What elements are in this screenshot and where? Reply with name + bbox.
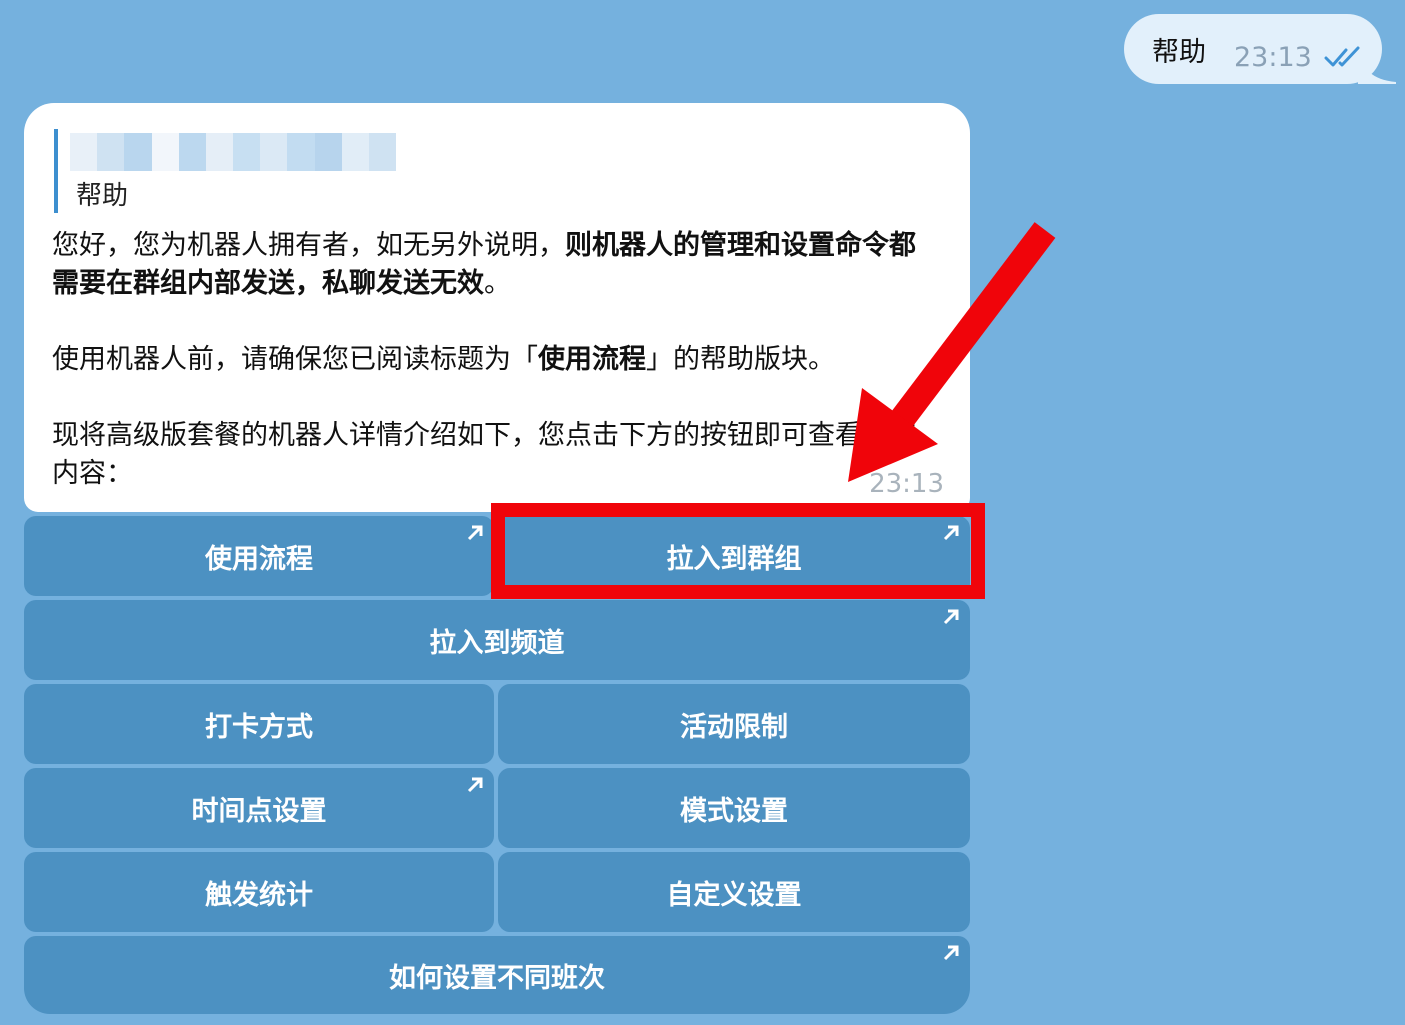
reply-sender-pixelated — [70, 133, 397, 171]
outgoing-message-bubble: 帮助 23:13 — [1124, 14, 1382, 84]
external-link-arrow-icon — [467, 525, 483, 541]
custom-settings-button[interactable]: 自定义设置 — [498, 852, 970, 932]
outgoing-bubble-tail — [1358, 52, 1396, 84]
message-paragraph-2: 使用机器人前，请确保您已阅读标题为「使用流程」的帮助版块。 — [52, 344, 835, 375]
message-paragraph-1: 您好，您为机器人拥有者，如无另外说明，则机器人的管理和设置命令都需要在群组内部发… — [52, 230, 916, 299]
custom-settings-label: 自定义设置 — [666, 879, 802, 911]
outgoing-message-text: 帮助 — [1152, 37, 1206, 68]
highlight-box-annotation — [491, 503, 985, 599]
outgoing-message-time: 23:13 — [1234, 42, 1312, 73]
external-link-arrow-icon — [467, 777, 483, 793]
usage-flow-label: 使用流程 — [205, 543, 313, 575]
shift-setup-label: 如何设置不同班次 — [389, 962, 605, 994]
reply-quote-text: 帮助 — [76, 181, 129, 211]
red-pointer-arrow-icon — [848, 222, 1056, 482]
trigger-stats-label: 触发统计 — [205, 879, 313, 911]
activity-limit-button[interactable]: 活动限制 — [498, 684, 970, 764]
activity-limit-label: 活动限制 — [680, 711, 788, 743]
time-point-settings-label: 时间点设置 — [191, 795, 327, 827]
add-to-channel-button[interactable]: 拉入到频道 — [24, 600, 970, 680]
reply-quote[interactable]: 帮助 — [54, 129, 397, 213]
add-to-channel-label: 拉入到频道 — [429, 627, 565, 659]
mode-settings-label: 模式设置 — [680, 795, 788, 827]
shift-setup-button[interactable]: 如何设置不同班次 — [24, 936, 970, 1014]
trigger-stats-button[interactable]: 触发统计 — [24, 852, 494, 932]
mode-settings-button[interactable]: 模式设置 — [498, 768, 970, 848]
usage-flow-button[interactable]: 使用流程 — [24, 516, 494, 596]
external-link-arrow-icon — [943, 609, 959, 625]
external-link-arrow-icon — [943, 945, 959, 961]
message-paragraph-3: 现将高级版套餐的机器人详情介绍如下，您点击下方的按钮即可查看相应内容： — [52, 420, 916, 489]
checkin-method-button[interactable]: 打卡方式 — [24, 684, 494, 764]
checkin-method-label: 打卡方式 — [205, 711, 313, 743]
time-point-settings-button[interactable]: 时间点设置 — [24, 768, 494, 848]
